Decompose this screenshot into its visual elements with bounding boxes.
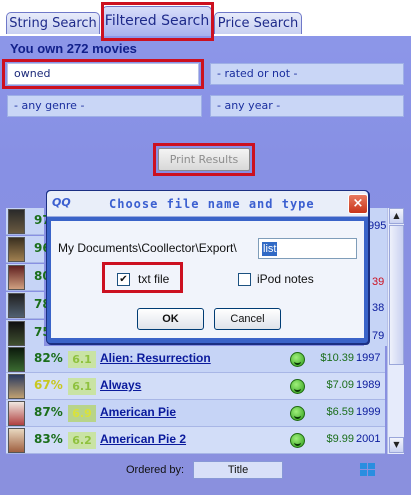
print-results-button[interactable]: Print Results xyxy=(158,148,250,171)
rating-filter[interactable]: - rated or not - xyxy=(210,63,404,85)
price-label: $9.99 xyxy=(326,433,354,445)
rating-badge: 6.1 xyxy=(68,378,96,395)
close-icon[interactable]: × xyxy=(348,194,368,214)
poster-thumbnail xyxy=(8,401,25,426)
ordered-by-label: Ordered by: xyxy=(126,464,185,476)
owned-count-label: You own 272 movies xyxy=(10,41,137,56)
genre-filter[interactable]: - any genre - xyxy=(7,95,202,117)
txt-file-checkbox[interactable]: ✔ xyxy=(117,273,130,286)
dialog-title-bar: QQ Choose file name and type × xyxy=(47,191,368,217)
export-path-label: My Documents\Coollector\Export\ xyxy=(58,241,237,255)
poster-thumbnail xyxy=(8,428,25,453)
poster-thumbnail xyxy=(8,321,25,346)
sort-order-select[interactable]: Title xyxy=(193,461,283,479)
poster-thumbnail xyxy=(8,265,25,290)
poster-thumbnail xyxy=(8,209,25,234)
dialog-title: Choose file name and type xyxy=(109,197,315,211)
rating-badge: 6.9 xyxy=(68,405,96,422)
list-scrollbar[interactable]: ▲ ▼ xyxy=(387,208,404,454)
poster-thumbnail xyxy=(8,237,25,262)
scroll-up-icon[interactable]: ▲ xyxy=(389,208,404,224)
year-label: 2001 xyxy=(356,433,381,445)
year-label: 79 xyxy=(372,330,385,342)
year-filter[interactable]: - any year - xyxy=(210,95,404,117)
smiley-icon xyxy=(290,433,305,448)
tab-filtered-search[interactable]: Filtered Search xyxy=(102,6,212,36)
ok-button[interactable]: OK xyxy=(137,308,204,330)
app-logo-icon: QQ xyxy=(52,196,71,209)
ipod-notes-label: iPod notes xyxy=(257,272,314,286)
year-label: 995 xyxy=(368,220,387,232)
scroll-thumb[interactable] xyxy=(389,225,404,365)
filename-input[interactable]: list xyxy=(258,238,357,259)
tab-bar: String Search Filtered Search Price Sear… xyxy=(0,0,411,36)
smiley-icon xyxy=(290,352,305,367)
poster-thumbnail xyxy=(8,374,25,399)
year-label: 39 xyxy=(372,276,385,288)
app-window: String Search Filtered Search Price Sear… xyxy=(0,0,411,495)
poster-thumbnail xyxy=(8,293,25,318)
export-dialog: QQ Choose file name and type × My Docume… xyxy=(46,190,369,344)
scroll-down-icon[interactable]: ▼ xyxy=(389,437,404,453)
percent-label: 83% xyxy=(34,432,63,446)
ownership-filter[interactable]: owned xyxy=(7,63,199,85)
movie-title-link[interactable]: Alien: Resurrection xyxy=(100,351,211,365)
year-label: 1999 xyxy=(356,406,381,418)
ipod-notes-checkbox[interactable] xyxy=(238,273,251,286)
footer: Ordered by: Title xyxy=(0,458,411,495)
percent-label: 67% xyxy=(34,378,63,392)
percent-label: 87% xyxy=(34,405,63,419)
rating-badge: 6.2 xyxy=(68,432,96,449)
year-label: 38 xyxy=(372,302,385,314)
percent-label: 82% xyxy=(34,351,63,365)
list-item[interactable]: 97 xyxy=(6,208,51,235)
rating-badge: 6.1 xyxy=(68,351,96,368)
year-label: 1989 xyxy=(356,379,381,391)
movie-title-link[interactable]: Always xyxy=(100,378,141,392)
list-item[interactable]: 78 xyxy=(6,292,51,319)
smiley-icon xyxy=(290,379,305,394)
price-label: $10.39 xyxy=(320,352,354,364)
price-label: $7.09 xyxy=(326,379,354,391)
list-item[interactable]: 80 xyxy=(6,264,51,291)
filename-value: list xyxy=(262,242,278,256)
tab-price-search[interactable]: Price Search xyxy=(214,12,302,34)
poster-thumbnail xyxy=(8,347,25,372)
tab-string-search[interactable]: String Search xyxy=(6,12,100,34)
year-label: 1997 xyxy=(356,352,381,364)
table-row[interactable]: 67% 6.1 Always $7.09 1989 xyxy=(6,373,385,400)
table-row[interactable]: 82% 6.1 Alien: Resurrection $10.39 1997 xyxy=(6,346,385,373)
smiley-icon xyxy=(290,406,305,421)
list-item[interactable]: 96 xyxy=(6,236,51,263)
table-row[interactable]: 87% 6.9 American Pie $6.59 1999 xyxy=(6,400,385,427)
table-row[interactable]: 83% 6.2 American Pie 2 $9.99 2001 xyxy=(6,427,385,454)
dialog-body: My Documents\Coollector\Export\ list ✔ t… xyxy=(51,221,364,338)
windows-icon[interactable] xyxy=(360,463,376,477)
list-item[interactable]: 75 xyxy=(6,320,51,347)
price-label: $6.59 xyxy=(326,406,354,418)
movie-title-link[interactable]: American Pie xyxy=(100,405,176,419)
cancel-button[interactable]: Cancel xyxy=(214,308,281,330)
movie-title-link[interactable]: American Pie 2 xyxy=(100,432,186,446)
txt-file-label: txt file xyxy=(138,272,170,286)
